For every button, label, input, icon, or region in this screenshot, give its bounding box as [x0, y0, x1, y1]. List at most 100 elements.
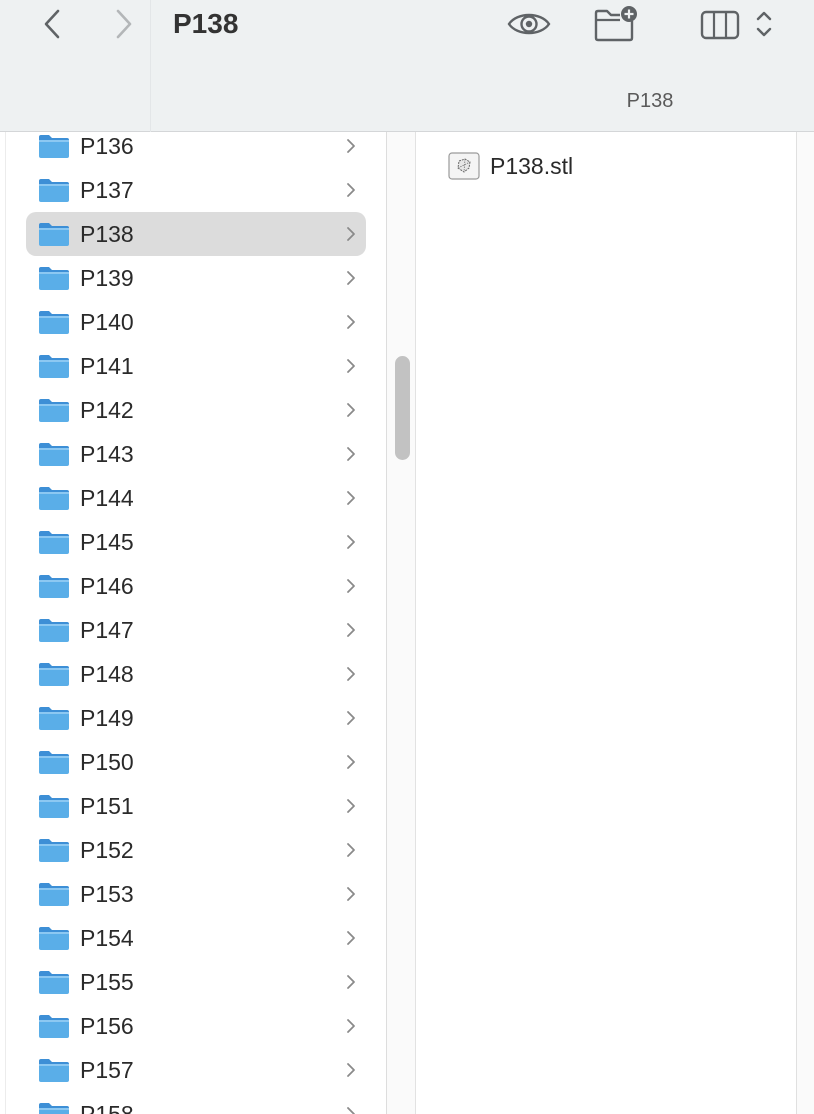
folder-row[interactable]: P143	[26, 432, 366, 476]
folder-icon	[39, 443, 69, 466]
folder-name: P155	[80, 969, 134, 995]
folder-name: P145	[80, 529, 134, 555]
folder-column: P136 P137 P138 P139 P140 P141 P142 P143 P144 P145…	[0, 132, 386, 1114]
folder-row[interactable]: P149	[26, 696, 366, 740]
eye-icon	[507, 13, 551, 35]
view-mode-button[interactable]	[696, 2, 780, 46]
folder-icon	[39, 883, 69, 906]
chevron-right-icon	[347, 931, 355, 945]
chevron-right-icon	[347, 887, 355, 901]
folder-row[interactable]: P154	[26, 916, 366, 960]
column-edge	[797, 132, 814, 1114]
folder-name: P151	[80, 793, 134, 819]
folder-name: P150	[80, 749, 134, 775]
column-edge	[5, 132, 6, 1114]
folder-name: P157	[80, 1057, 134, 1083]
folder-icon	[39, 311, 69, 334]
folder-icon	[39, 663, 69, 686]
folder-icon	[39, 267, 69, 290]
scrollbar-track[interactable]	[387, 132, 415, 1114]
folder-row[interactable]: P158	[26, 1092, 366, 1114]
folder-name: P139	[80, 265, 134, 291]
folder-icon	[39, 531, 69, 554]
chevron-right-icon	[347, 975, 355, 989]
chevron-right-icon	[347, 227, 355, 241]
folder-row[interactable]: P141	[26, 344, 366, 388]
folder-name: P137	[80, 177, 134, 203]
folder-name: P140	[80, 309, 134, 335]
chevron-right-icon	[347, 315, 355, 329]
chevron-right-icon	[347, 799, 355, 813]
toolbar: P138 P138	[0, 0, 814, 132]
chevron-right-icon	[347, 623, 355, 637]
folder-name: P136	[80, 133, 134, 159]
forward-button[interactable]	[104, 2, 144, 46]
file-name: P138.stl	[490, 153, 574, 179]
chevron-right-icon	[347, 447, 355, 461]
folder-icon	[39, 927, 69, 950]
folder-icon	[39, 1015, 69, 1038]
folder-name: P156	[80, 1013, 134, 1039]
chevron-right-icon	[347, 491, 355, 505]
back-button[interactable]	[32, 2, 72, 46]
chevron-right-icon	[116, 9, 132, 39]
folder-row[interactable]: P138	[26, 212, 366, 256]
folder-row[interactable]: P136	[26, 132, 366, 168]
folder-plus-icon	[594, 6, 637, 42]
folder-icon	[39, 839, 69, 862]
folder-name: P158	[80, 1101, 134, 1114]
folder-icon	[39, 707, 69, 730]
folder-name: P143	[80, 441, 134, 467]
folder-name: P144	[80, 485, 134, 511]
folder-row[interactable]: P157	[26, 1048, 366, 1092]
folder-row[interactable]: P137	[26, 168, 366, 212]
scrollbar-thumb[interactable]	[395, 356, 410, 460]
chevron-right-icon	[347, 1063, 355, 1077]
folder-row[interactable]: P147	[26, 608, 366, 652]
folder-icon	[39, 399, 69, 422]
file-item[interactable]: P138.stl	[446, 148, 646, 184]
folder-icon	[39, 135, 69, 158]
folder-row[interactable]: P140	[26, 300, 366, 344]
chevron-right-icon	[347, 183, 355, 197]
stl-document-icon	[448, 152, 480, 180]
chevron-right-icon	[347, 271, 355, 285]
folder-row[interactable]: P156	[26, 1004, 366, 1048]
folder-row[interactable]: P144	[26, 476, 366, 520]
folder-row[interactable]: P139	[26, 256, 366, 300]
folder-row[interactable]: P155	[26, 960, 366, 1004]
columns-view-icon	[700, 10, 772, 40]
folder-row[interactable]: P152	[26, 828, 366, 872]
folder-name: P153	[80, 881, 134, 907]
folder-row[interactable]: P151	[26, 784, 366, 828]
chevron-left-icon	[44, 9, 60, 39]
folder-row[interactable]: P146	[26, 564, 366, 608]
folder-row[interactable]: P150	[26, 740, 366, 784]
chevron-right-icon	[347, 579, 355, 593]
folder-row[interactable]: P153	[26, 872, 366, 916]
folder-icon	[39, 751, 69, 774]
folder-name: P146	[80, 573, 134, 599]
folder-icon	[39, 619, 69, 642]
folder-row[interactable]: P148	[26, 652, 366, 696]
folder-name: P147	[80, 617, 134, 643]
folder-icon	[39, 971, 69, 994]
chevron-right-icon	[347, 139, 355, 153]
folder-name: P141	[80, 353, 134, 379]
file-column: P138.stl	[416, 132, 796, 1114]
quicklook-button[interactable]	[502, 2, 556, 46]
folder-icon	[39, 575, 69, 598]
chevron-right-icon	[347, 755, 355, 769]
folder-icon	[39, 1103, 69, 1114]
chevron-right-icon	[347, 711, 355, 725]
path-label: P138	[626, 90, 674, 112]
folder-name: P149	[80, 705, 134, 731]
folder-row[interactable]: P145	[26, 520, 366, 564]
chevron-right-icon	[347, 403, 355, 417]
folder-row[interactable]: P142	[26, 388, 366, 432]
folder-icon	[39, 179, 69, 202]
folder-icon	[39, 487, 69, 510]
folder-list: P136 P137 P138 P139 P140 P141 P142 P143 P144 P145…	[26, 132, 366, 1114]
folder-name: P152	[80, 837, 134, 863]
new-folder-button[interactable]	[590, 2, 642, 46]
